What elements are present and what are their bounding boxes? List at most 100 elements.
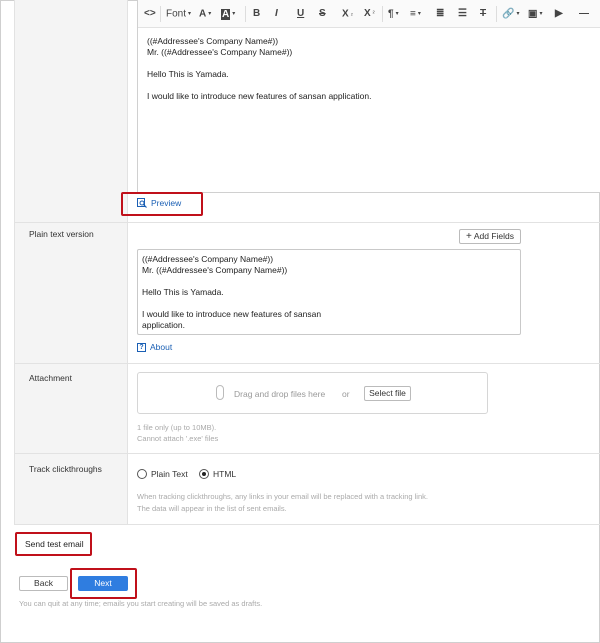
radio-label: HTML xyxy=(213,469,237,479)
unordered-list-icon: ☰ xyxy=(458,8,467,19)
row-divider xyxy=(14,524,600,525)
radio-circle-selected xyxy=(199,469,209,479)
unordered-list-button[interactable]: ☰ xyxy=(458,7,467,21)
draft-save-note: You can quit at any time; emails you sta… xyxy=(19,599,263,608)
plain-text-textarea[interactable]: ((#Addressee's Company Name#)) Mr. ((#Ad… xyxy=(137,249,521,335)
plain-text-line: I would like to introduce new features o… xyxy=(142,309,322,319)
row-divider xyxy=(14,453,600,454)
radio-circle xyxy=(137,469,147,479)
subscript-icon: X xyxy=(342,8,349,20)
superscript-icon: X xyxy=(364,8,371,19)
font-size-icon: A xyxy=(199,8,207,20)
bold-button[interactable]: B xyxy=(253,7,260,21)
chevron-down-icon: ▾ xyxy=(417,11,421,17)
link-dropdown[interactable]: 🔗 ▾ xyxy=(502,7,519,21)
font-dropdown[interactable]: Font ▾ xyxy=(166,7,191,21)
about-link[interactable]: ? About xyxy=(137,342,172,352)
help-icon: ? xyxy=(137,342,146,352)
font-label: Font xyxy=(166,8,187,20)
back-button[interactable]: Back xyxy=(19,576,68,591)
bg-color-dropdown[interactable]: A ▾ xyxy=(221,7,235,21)
column-divider xyxy=(127,0,128,524)
plus-icon: + xyxy=(465,231,472,242)
horizontal-rule-button[interactable]: — xyxy=(579,7,589,21)
link-icon: 🔗 xyxy=(502,8,515,20)
background-color-icon: A xyxy=(221,8,231,20)
horizontal-rule-icon: — xyxy=(579,8,589,19)
plain-text-label: Plain text version xyxy=(29,229,94,239)
tracking-note-data: The data will appear in the list of sent… xyxy=(137,504,287,513)
html-editor[interactable]: <> Font ▾ A ▾ A ▾ B I U S X₂ X² ¶ ▾ ≡ ▾ ≣ ☰ T… xyxy=(137,0,600,193)
plain-text-line: Mr. ((#Addressee's Company Name#)) xyxy=(142,265,288,275)
add-fields-button[interactable]: + Add Fields xyxy=(459,229,521,244)
plain-text-line xyxy=(142,276,516,287)
drop-zone-text: Drag and drop files here xyxy=(234,389,326,399)
row-divider xyxy=(14,222,600,223)
chevron-down-icon: ▾ xyxy=(395,11,399,17)
editor-content[interactable]: ((#Addressee's Company Name#)) Mr. ((#Ad… xyxy=(147,36,371,102)
row-divider xyxy=(14,363,600,364)
font-size-dropdown[interactable]: A ▾ xyxy=(199,7,211,21)
select-file-button[interactable]: Select file xyxy=(364,386,411,401)
paragraph-dropdown[interactable]: ¶ ▾ xyxy=(388,7,399,21)
drop-zone-or: or xyxy=(342,389,350,399)
left-border xyxy=(14,0,15,524)
about-label: About xyxy=(150,342,173,352)
radio-html[interactable]: HTML xyxy=(199,469,236,479)
paragraph-icon: ¶ xyxy=(388,8,394,20)
subscript-mark: ₂ xyxy=(350,11,354,17)
tracking-note: When tracking clickthroughs, any links i… xyxy=(137,492,428,501)
align-icon: ≡ xyxy=(410,8,416,20)
tracking-label: Track clickthroughs xyxy=(29,464,102,474)
label-column-editor xyxy=(14,0,127,222)
attachment-note-size: 1 file only (up to 10MB). xyxy=(137,423,217,432)
plain-text-line xyxy=(142,298,516,309)
add-fields-label: Add Fields xyxy=(473,231,514,241)
radio-label: Plain Text xyxy=(151,469,188,479)
toolbar-separator xyxy=(245,6,246,22)
file-drop-zone[interactable]: Drag and drop files here or Select file xyxy=(137,372,488,414)
video-icon: ▶ xyxy=(555,8,563,19)
editor-line: Hello This is Yamada. xyxy=(147,69,229,79)
chevron-down-icon: ▾ xyxy=(188,11,192,17)
clear-format-button[interactable]: T xyxy=(480,7,486,21)
image-icon: ▣ xyxy=(528,8,538,20)
next-highlight-box xyxy=(70,568,137,599)
plain-text-line: Hello This is Yamada. xyxy=(142,287,224,297)
chevron-down-icon: ▾ xyxy=(208,11,212,17)
video-button[interactable]: ▶ xyxy=(555,7,563,21)
ordered-list-button[interactable]: ≣ xyxy=(436,7,444,21)
subscript-button[interactable]: X₂ xyxy=(342,7,353,21)
editor-line: ((#Addressee's Company Name#)) xyxy=(147,36,279,46)
align-dropdown[interactable]: ≡ ▾ xyxy=(410,7,421,21)
preview-highlight-box xyxy=(121,192,203,216)
toolbar-separator xyxy=(160,6,161,22)
clear-format-icon: T xyxy=(480,8,487,19)
send-test-highlight-box xyxy=(15,532,92,556)
superscript-mark: ² xyxy=(372,11,375,17)
chevron-down-icon: ▾ xyxy=(232,11,236,17)
strikethrough-button[interactable]: S xyxy=(319,7,326,21)
label-column-plain xyxy=(14,223,127,363)
chevron-down-icon: ▾ xyxy=(539,11,543,17)
underline-button[interactable]: U xyxy=(297,7,304,21)
chevron-down-icon: ▾ xyxy=(516,11,520,17)
paperclip-icon xyxy=(216,385,224,400)
ordered-list-icon: ≣ xyxy=(436,8,445,19)
toolbar-separator xyxy=(382,6,383,22)
editor-line: Mr. ((#Addressee's Company Name#)) xyxy=(147,47,293,57)
italic-button[interactable]: I xyxy=(275,7,278,21)
image-dropdown[interactable]: ▣ ▾ xyxy=(528,7,542,21)
code-view-button[interactable]: <> xyxy=(144,7,156,21)
toolbar-separator xyxy=(496,6,497,22)
editor-toolbar: <> Font ▾ A ▾ A ▾ B I U S X₂ X² ¶ ▾ ≡ ▾ ≣ ☰ T… xyxy=(138,0,600,28)
radio-plain-text[interactable]: Plain Text xyxy=(137,469,188,479)
attachment-note-exe: Cannot attach '.exe' files xyxy=(137,434,219,443)
plain-text-line: ((#Addressee's Company Name#)) xyxy=(142,254,274,264)
superscript-button[interactable]: X² xyxy=(364,7,375,21)
editor-line: I would like to introduce new features o… xyxy=(147,91,372,101)
attachment-label: Attachment xyxy=(29,373,72,383)
plain-text-line: application. xyxy=(142,320,186,330)
